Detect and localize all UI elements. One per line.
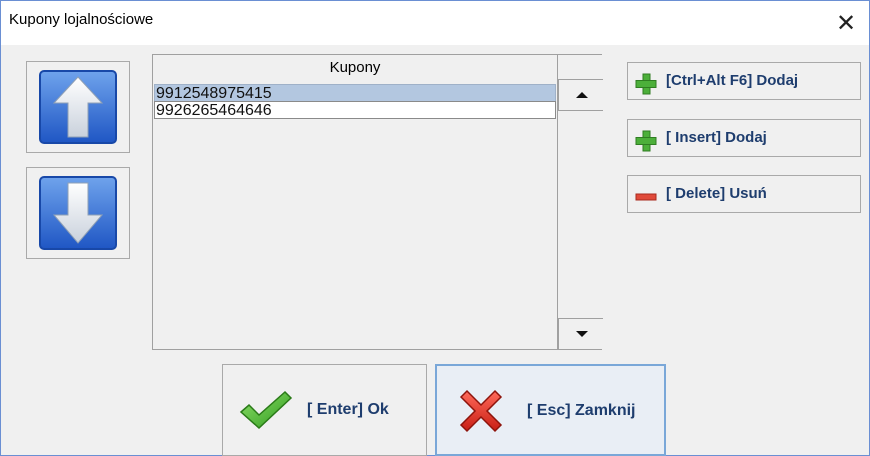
close-dialog-button[interactable]: [ Esc] Zamknij: [435, 364, 666, 456]
move-down-button[interactable]: [26, 167, 130, 259]
plus-icon: [635, 130, 657, 152]
delete-label: [ Delete] Usuń: [666, 185, 767, 202]
close-button[interactable]: ✕: [823, 1, 869, 45]
title-bar: Kupony lojalnościowe ✕: [1, 1, 869, 45]
coupon-list: Kupony 9912548975415 9926265464646: [152, 54, 603, 350]
arrow-up-icon: [39, 70, 117, 144]
ok-button[interactable]: [ Enter] Ok: [222, 364, 427, 456]
scroll-down-button[interactable]: [558, 318, 603, 349]
list-item[interactable]: 9926265464646: [154, 101, 556, 119]
ok-label: [ Enter] Ok: [307, 401, 389, 418]
checkmark-icon: [239, 390, 293, 430]
minus-icon: [635, 193, 657, 201]
add-insert-label: [ Insert] Dodaj: [666, 129, 767, 146]
cancel-label: [ Esc] Zamknij: [527, 402, 636, 419]
window-title: Kupony lojalnościowe: [9, 11, 154, 28]
column-header-kupony[interactable]: Kupony: [153, 55, 557, 79]
delete-button[interactable]: [ Delete] Usuń: [627, 175, 861, 213]
triangle-up-icon: [576, 92, 588, 98]
add-ctrl-alt-f6-button[interactable]: [Ctrl+Alt F6] Dodaj: [627, 62, 861, 100]
dialog-window: Kupony lojalnościowe ✕ Kupony 9912548975…: [0, 0, 870, 456]
list-item[interactable]: 9912548975415: [154, 84, 556, 102]
add-ctrl-alt-f6-label: [Ctrl+Alt F6] Dodaj: [666, 72, 799, 89]
plus-icon: [635, 73, 657, 95]
move-up-button[interactable]: [26, 61, 130, 153]
triangle-down-icon: [576, 331, 588, 337]
vertical-scrollbar[interactable]: [557, 55, 603, 349]
add-insert-button[interactable]: [ Insert] Dodaj: [627, 119, 861, 157]
arrow-down-icon: [39, 176, 117, 250]
scroll-up-button[interactable]: [558, 79, 603, 111]
x-icon: [459, 389, 503, 433]
